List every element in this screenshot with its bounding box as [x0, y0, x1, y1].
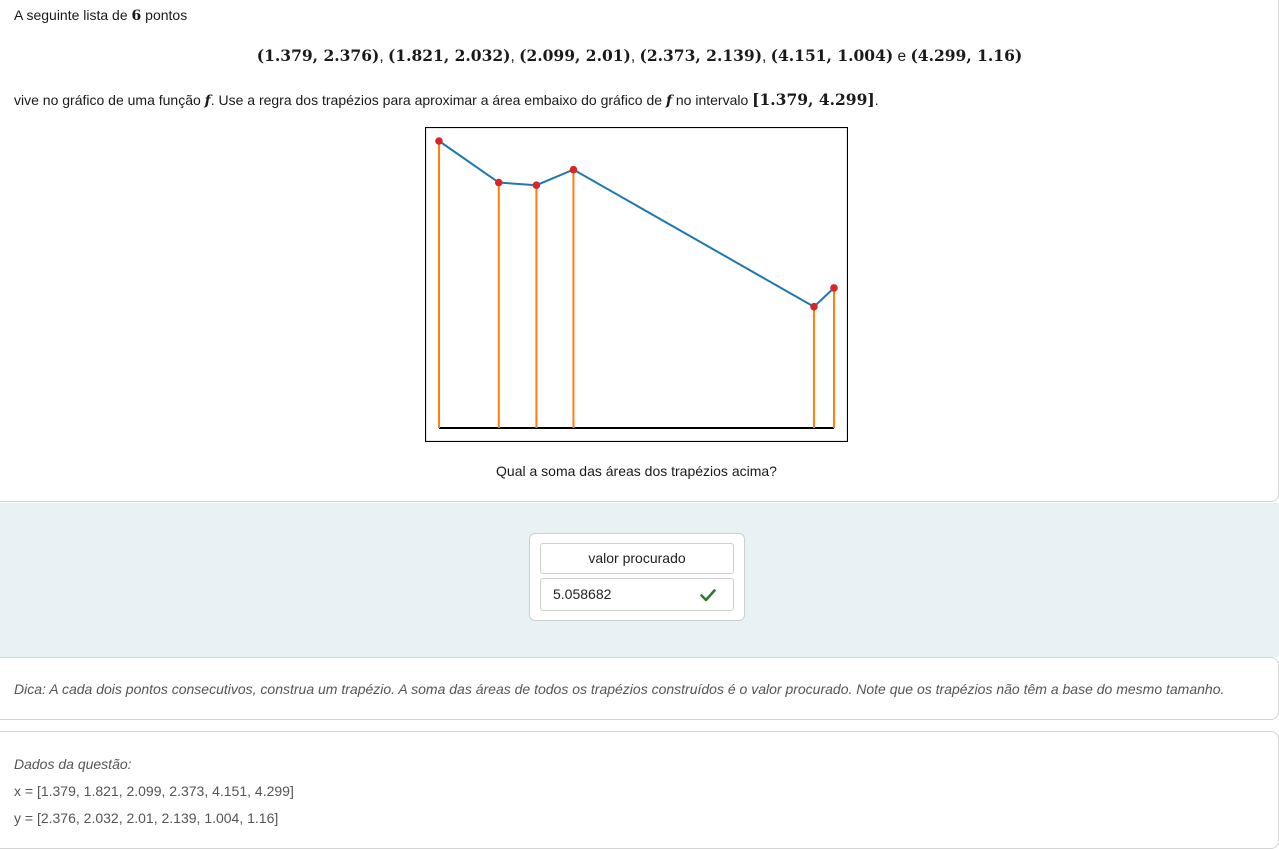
point-6: (4.299, 1.16) — [910, 46, 1023, 65]
function-symbol: f — [665, 93, 672, 109]
answer-label: valor procurado — [540, 543, 734, 574]
data-point-5 — [810, 302, 818, 311]
answer-box: valor procurado 5.058682 — [529, 533, 745, 621]
interval: [1.379, 4.299] — [752, 90, 875, 109]
task-middle2: no intervalo — [675, 92, 749, 108]
data-point-4 — [569, 165, 578, 174]
data-point-3 — [532, 181, 541, 190]
data-card: Dados da questão: x = [1.379, 1.821, 2.0… — [0, 731, 1279, 849]
points-separator: , — [630, 48, 636, 65]
intro-text: A seguinte lista de 6 pontos — [14, 7, 187, 24]
task-prefix: vive no gráfico de uma função — [14, 92, 201, 108]
question-card: A seguinte lista de 6 pontos (1.379, 2.3… — [0, 0, 1279, 502]
points-separator: , — [510, 48, 515, 65]
points-separator: , — [762, 48, 767, 65]
points-list: (1.379, 2.376), (1.821, 2.032), (2.099, … — [0, 46, 1279, 66]
points-and: e — [897, 48, 907, 65]
point-count: 6 — [131, 8, 142, 24]
point-3: (2.099, 2.01) — [519, 46, 631, 65]
point-1: (1.379, 2.376) — [256, 46, 380, 65]
intro-suffix: pontos — [145, 7, 188, 23]
data-point-1 — [435, 137, 443, 145]
task-middle: . Use a regra dos trapézios para aproxim… — [210, 92, 663, 108]
hint-text: Dica: A cada dois pontos consecutivos, c… — [14, 681, 1225, 697]
check-icon — [700, 589, 716, 602]
trapezoid-plot — [425, 127, 848, 442]
task-text: vive no gráfico de uma função f. Use a r… — [14, 90, 879, 109]
answer-value: 5.058682 — [553, 586, 612, 602]
point-4: (2.373, 2.139) — [639, 46, 763, 65]
answer-input[interactable]: 5.058682 — [540, 578, 734, 611]
task-end: . — [874, 92, 879, 108]
points-separator: , — [379, 48, 384, 65]
intro-label: A seguinte lista de — [14, 7, 128, 23]
answer-section: valor procurado 5.058682 — [0, 503, 1279, 657]
data-x-values: x = [1.379, 1.821, 2.099, 2.373, 4.151, … — [14, 783, 294, 799]
data-point-6 — [830, 284, 838, 292]
point-5: (4.151, 1.004) — [770, 46, 894, 65]
question-prompt: Qual a soma das áreas dos trapézios acim… — [496, 463, 777, 479]
hint-card: Dica: A cada dois pontos consecutivos, c… — [0, 657, 1279, 720]
data-point-2 — [494, 178, 503, 187]
point-2: (1.821, 2.032) — [387, 46, 511, 65]
data-title: Dados da questão: — [14, 756, 132, 772]
data-y-values: y = [2.376, 2.032, 2.01, 2.139, 1.004, 1… — [14, 810, 279, 826]
